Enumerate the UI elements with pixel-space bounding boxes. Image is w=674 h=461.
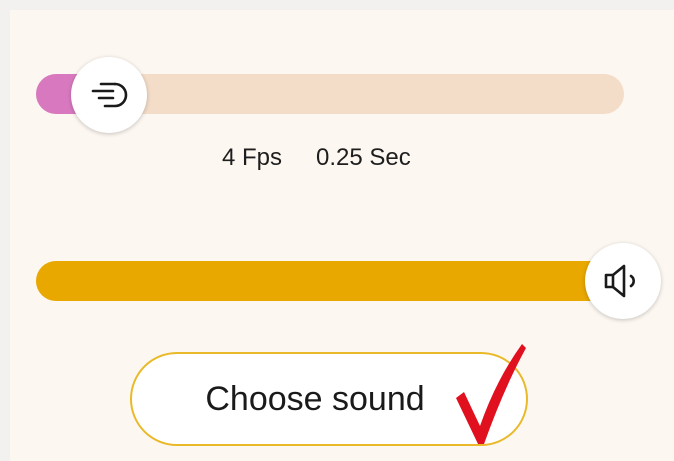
speed-slider-knob[interactable] <box>71 57 147 133</box>
speed-icon <box>91 82 128 108</box>
volume-slider-fill <box>36 261 624 301</box>
volume-slider-knob[interactable] <box>585 243 661 319</box>
volume-slider-track[interactable] <box>36 261 624 301</box>
seconds-label: 0.25 Sec <box>316 144 411 171</box>
choose-sound-label: Choose sound <box>205 379 425 418</box>
fps-label: 4 Fps <box>222 144 283 171</box>
checkmark-icon <box>456 344 526 444</box>
speed-readout: 4 Fps 0.25 Sec <box>222 144 411 172</box>
speaker-icon <box>604 264 635 298</box>
